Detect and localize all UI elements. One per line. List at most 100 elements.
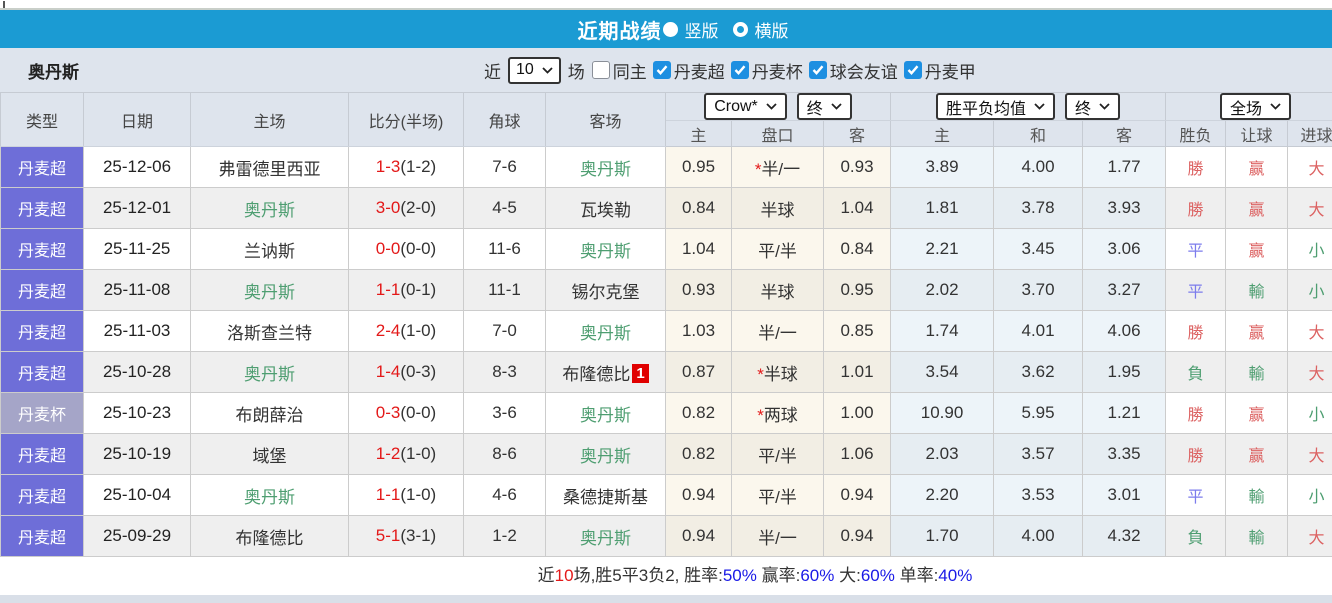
cell-handicap: *半/一 <box>731 146 824 188</box>
cell-odds-away: 0.95 <box>822 269 892 311</box>
league-checkbox-3[interactable] <box>808 61 827 79</box>
cell-result: 勝 <box>1165 146 1227 188</box>
league-label-1: 丹麦超 <box>673 62 725 82</box>
cell-corners: 8-6 <box>463 433 546 475</box>
recent-count-select[interactable]: 10 <box>508 56 561 84</box>
cell-odds-home: 0.87 <box>665 351 732 393</box>
cell-home-team: 域堡 <box>190 433 349 475</box>
table-row: 丹麦超 25-10-28 奥丹斯 1-4(0-3) 8-3 布隆德比 1 0.87… <box>0 351 1332 393</box>
cell-away-team: 奥丹斯 <box>545 228 666 270</box>
cell-handicap: 平/半 <box>731 474 824 516</box>
cell-goals-result: 大 <box>1287 351 1332 393</box>
cell-avg-home: 10.90 <box>890 392 995 434</box>
summary-segment: 40% <box>938 566 973 585</box>
horizontal-layout-label[interactable]: 横版 <box>755 17 789 42</box>
cell-avg-away: 3.06 <box>1082 228 1167 270</box>
cell-goals-result: 小 <box>1287 392 1332 434</box>
cell-date: 25-10-04 <box>83 474 191 516</box>
cell-goals-result: 小 <box>1287 269 1332 311</box>
cell-home-team: 布隆德比 <box>190 515 349 557</box>
league-checkbox-4[interactable] <box>903 61 922 79</box>
league-checkbox-2[interactable] <box>730 61 749 79</box>
cell-avg-away: 3.93 <box>1082 187 1167 229</box>
table-row: 丹麦超 25-10-04 奥丹斯 1-1(1-0) 4-6 桑德捷斯基 0.94… <box>0 474 1332 516</box>
cell-odds-home: 0.84 <box>665 187 732 229</box>
table-row: 丹麦超 25-10-19 域堡 1-2(1-0) 8-6 奥丹斯 0.82 平/… <box>0 433 1332 475</box>
fullmatch-select[interactable]: 全场 <box>1220 93 1292 120</box>
cell-avg-draw: 4.00 <box>993 515 1084 557</box>
cell-avg-away: 4.32 <box>1082 515 1167 557</box>
cell-avg-draw: 5.95 <box>993 392 1084 434</box>
cell-odds-home: 0.93 <box>665 269 732 311</box>
avg-header-group: 胜平负均值 终 <box>890 92 1167 121</box>
cell-away-team: 桑德捷斯基 <box>545 474 666 516</box>
cell-odds-home: 1.04 <box>665 228 732 270</box>
cell-avg-away: 3.35 <box>1082 433 1167 475</box>
cell-handicap: *半球 <box>731 351 824 393</box>
table-row: 丹麦超 25-11-03 洛斯查兰特 2-4(1-0) 7-0 奥丹斯 1.03… <box>0 310 1332 352</box>
cell-avg-home: 2.21 <box>890 228 995 270</box>
odds-stage-select[interactable]: 终 <box>796 93 852 120</box>
cell-goals-result: 大 <box>1287 433 1332 475</box>
red-card-badge: 1 <box>632 363 649 383</box>
filter-controls: 近 10 场 同主 丹麦超 丹麦杯 球会友谊 丹麦甲 <box>484 48 976 92</box>
bottom-strip <box>0 595 1332 603</box>
cell-home-team: 洛斯查兰特 <box>190 310 349 352</box>
cell-league-type: 丹麦超 <box>0 228 84 270</box>
filter-row: 奥丹斯 近 10 场 同主 丹麦超 丹麦杯 球会友谊 丹麦甲 <box>0 48 1332 92</box>
chevron-down-icon <box>1034 103 1045 110</box>
summary-text: 近10场,胜5平3负2, 胜率:50% 赢率:60% 大:60% 单率:40% <box>538 566 973 585</box>
league-checkbox-1[interactable] <box>652 61 671 79</box>
vertical-layout-label[interactable]: 竖版 <box>685 17 719 42</box>
cell-score: 1-4(0-3) <box>348 351 464 393</box>
subcol-avg-away: 客 <box>1082 120 1167 147</box>
cell-goals-result: 小 <box>1287 228 1332 270</box>
table-row: 丹麦超 25-11-25 兰讷斯 0-0(0-0) 11-6 奥丹斯 1.04 … <box>0 228 1332 270</box>
cell-score: 0-0(0-0) <box>348 228 464 270</box>
cell-odds-away: 0.93 <box>822 146 892 188</box>
avg-stage-select[interactable]: 终 <box>1065 93 1121 120</box>
same-home-checkbox[interactable] <box>591 61 610 79</box>
horizontal-layout-radio[interactable] <box>732 21 748 37</box>
cell-result: 平 <box>1165 269 1227 311</box>
cell-handicap: 半/一 <box>731 310 824 352</box>
cell-home-team: 奥丹斯 <box>190 187 349 229</box>
cell-score: 1-2(1-0) <box>348 433 464 475</box>
summary-segment: 60% <box>800 566 835 585</box>
cell-home-team: 奥丹斯 <box>190 474 349 516</box>
col-corner: 角球 <box>463 92 546 147</box>
cell-odds-home: 0.82 <box>665 392 732 434</box>
cell-score: 1-3(1-2) <box>348 146 464 188</box>
cell-date: 25-10-28 <box>83 351 191 393</box>
cell-corners: 4-6 <box>463 474 546 516</box>
cell-away-team: 奥丹斯 <box>545 433 666 475</box>
recent-results-panel: 近期战绩 竖版 横版 奥丹斯 近 10 场 同主 丹麦超 丹麦杯 球会友谊 丹麦甲 <box>0 0 1332 603</box>
cell-goals-result: 大 <box>1287 146 1332 188</box>
col-home: 主场 <box>190 92 349 147</box>
cell-avg-away: 1.77 <box>1082 146 1167 188</box>
cell-odds-home: 0.95 <box>665 146 732 188</box>
cell-result: 勝 <box>1165 433 1227 475</box>
cell-goals-result: 大 <box>1287 515 1332 557</box>
table-row: 丹麦超 25-11-08 奥丹斯 1-1(0-1) 11-1 锡尔克堡 0.93… <box>0 269 1332 311</box>
top-strip <box>0 0 1332 10</box>
subcol-goals: 进球 <box>1287 120 1332 147</box>
near-label: 近 <box>484 62 501 82</box>
subcol-handicap-result: 让球 <box>1225 120 1289 147</box>
summary-segment: 大: <box>834 566 861 585</box>
avg-odds-select[interactable]: 胜平负均值 <box>936 93 1056 120</box>
cell-corners: 7-0 <box>463 310 546 352</box>
bookmaker-select[interactable]: Crow* <box>704 93 787 120</box>
cell-odds-away: 0.94 <box>822 515 892 557</box>
league-label-4: 丹麦甲 <box>924 62 976 82</box>
col-type: 类型 <box>0 92 84 147</box>
cell-away-team: 瓦埃勒 <box>545 187 666 229</box>
subcol-result: 胜负 <box>1165 120 1227 147</box>
cell-date: 25-10-19 <box>83 433 191 475</box>
vertical-layout-radio[interactable] <box>662 21 678 37</box>
cell-away-team: 奥丹斯 <box>545 310 666 352</box>
cell-odds-home: 0.94 <box>665 515 732 557</box>
cell-league-type: 丹麦超 <box>0 187 84 229</box>
cell-result: 平 <box>1165 474 1227 516</box>
cell-handicap-result: 輸 <box>1225 515 1289 557</box>
